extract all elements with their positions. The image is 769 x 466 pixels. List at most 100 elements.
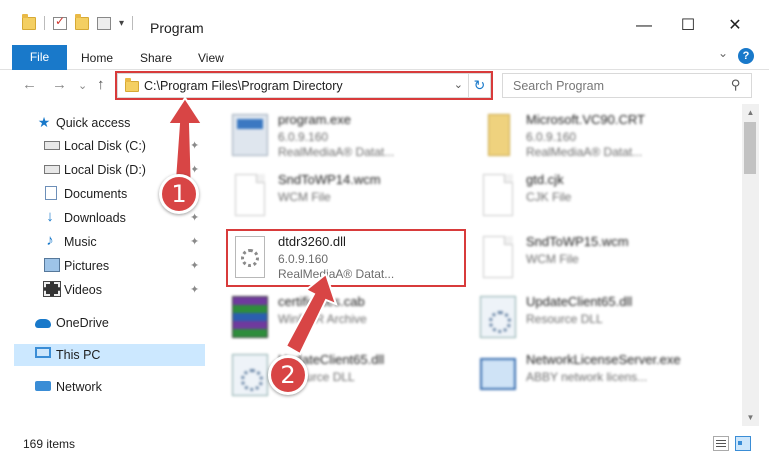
scroll-thumb[interactable] (744, 122, 756, 174)
sidebar-item-onedrive[interactable]: OneDrive (0, 312, 205, 334)
file-name: program.exe (278, 112, 351, 127)
page-icon (483, 174, 513, 216)
forward-button[interactable]: → (52, 76, 67, 93)
sidebar-item-label: Quick access (56, 116, 131, 130)
file-type: CJK File (526, 190, 572, 204)
network-icon (35, 381, 51, 391)
file-version: 6.0.9.160 (278, 130, 329, 144)
folder-icon (488, 114, 510, 156)
up-button[interactable]: ↑ (97, 76, 105, 93)
disk-icon (44, 141, 60, 150)
pin-icon: ✦ (190, 284, 200, 296)
search-icon[interactable]: ⚲ (731, 77, 741, 93)
sidebar-item-label: Local Disk (D:) (64, 163, 146, 177)
sidebar-item-label: Network (56, 380, 102, 394)
file-item[interactable]: SndToWP15.wcm WCM File (480, 230, 720, 286)
tab-home[interactable]: Home (81, 51, 113, 65)
maximize-button[interactable]: ☐ (668, 13, 708, 39)
file-version: 6.0.9.160 (526, 130, 577, 144)
minimize-button[interactable]: — (624, 13, 664, 39)
scroll-up-icon[interactable]: ▲ (742, 108, 759, 117)
back-button[interactable]: ← (22, 76, 37, 93)
sidebar-item-label: Local Disk (C:) (64, 139, 146, 153)
downloads-icon: ↓ (46, 208, 54, 225)
file-item[interactable]: Microsoft.VC90.CRT 6.0.9.160 RealMediaA®… (480, 108, 720, 164)
cloud-icon (35, 319, 51, 328)
monitor-icon (480, 358, 516, 390)
exe-icon (232, 114, 268, 156)
details-view-icon[interactable] (713, 436, 729, 451)
disk-icon (44, 165, 60, 174)
scroll-down-icon[interactable]: ▼ (742, 413, 759, 422)
tab-file[interactable]: File (12, 45, 67, 70)
status-bar: 169 items (0, 430, 769, 458)
file-name: NetworkLicenseServer.exe (526, 352, 681, 367)
new-folder-icon[interactable] (75, 13, 89, 30)
sidebar-item-label: Videos (64, 283, 102, 297)
close-button[interactable]: ✕ (715, 13, 755, 39)
star-icon: ★ (37, 114, 51, 130)
callout-badge-1: 1 (159, 174, 199, 214)
videos-icon (43, 281, 61, 297)
file-name: SndToWP14.wcm (278, 172, 381, 187)
large-icons-view-icon[interactable] (735, 436, 751, 451)
callout-badge-2: 2 (268, 355, 308, 395)
sidebar-item-network[interactable]: Network (0, 376, 205, 398)
tab-view[interactable]: View (198, 51, 224, 65)
title-bar: ▾ Program — ☐ ✕ (0, 0, 769, 40)
sidebar-item-videos[interactable]: Videos ✦ (0, 279, 205, 301)
documents-icon (45, 186, 57, 200)
file-name: gtd.cjk (526, 172, 564, 187)
music-icon: ♪ (46, 232, 54, 249)
vertical-scrollbar[interactable]: ▲ ▼ (742, 104, 759, 426)
sidebar-item-music[interactable]: ♪ Music ✦ (0, 231, 205, 253)
file-name: Microsoft.VC90.CRT (526, 112, 645, 127)
file-type: WCM File (278, 190, 331, 204)
computer-icon (35, 347, 51, 358)
tab-share[interactable]: Share (140, 51, 172, 65)
sidebar-item-this-pc[interactable]: This PC (14, 344, 205, 366)
toolbar-dropdown-icon[interactable]: ▾ (119, 18, 124, 29)
pin-icon: ✦ (190, 212, 200, 224)
search-box[interactable]: Search Program ⚲ (502, 73, 752, 98)
sidebar-item-label: This PC (56, 348, 101, 362)
file-name: SndToWP15.wcm (526, 234, 629, 249)
help-button[interactable]: ? (738, 48, 754, 64)
page-icon (235, 174, 265, 216)
window-title: Program (150, 20, 204, 36)
file-item[interactable]: UpdateClient65.dll Resource DLL (480, 290, 720, 346)
sidebar-item-label: Music (64, 235, 97, 249)
file-item[interactable]: SndToWP14.wcm WCM File (232, 168, 472, 224)
dll-icon (480, 296, 516, 338)
divider (132, 16, 134, 30)
file-item[interactable]: certificates.cab WinRAR Archive (232, 290, 472, 346)
folder-icon (22, 13, 36, 30)
page-icon (483, 236, 513, 278)
file-description: RealMediaA® Datat... (526, 145, 643, 159)
file-type: Resource DLL (526, 312, 603, 326)
sidebar-item-label: Downloads (64, 211, 126, 225)
sidebar-item-label: Documents (64, 187, 128, 201)
ribbon (0, 40, 769, 70)
quick-access-toolbar: ▾ (22, 13, 134, 30)
file-type: ABBY network licens... (526, 370, 648, 384)
file-description: RealMediaA® Datat... (278, 145, 395, 159)
archive-icon (232, 296, 268, 338)
file-type: WCM File (526, 252, 579, 266)
recent-locations-button[interactable]: ⌄ (78, 79, 87, 92)
sidebar-item-pictures[interactable]: Pictures ✦ (0, 255, 205, 277)
pictures-icon (44, 258, 60, 272)
search-placeholder: Search Program (513, 79, 605, 93)
sidebar-item-label: Pictures (64, 259, 110, 273)
pin-icon: ✦ (190, 236, 200, 248)
dll-icon (232, 354, 268, 396)
customize-toolbar-icon[interactable] (97, 16, 111, 30)
divider (44, 16, 45, 30)
file-item[interactable]: gtd.cjk CJK File (480, 168, 720, 224)
pin-icon: ✦ (190, 260, 200, 272)
file-highlight-box (226, 229, 466, 287)
file-item[interactable]: program.exe 6.0.9.160 RealMediaA® Datat.… (232, 108, 472, 164)
expand-ribbon-icon[interactable]: ⌄ (718, 46, 728, 60)
file-item[interactable]: NetworkLicenseServer.exe ABBY network li… (480, 348, 720, 404)
properties-icon[interactable] (53, 14, 67, 30)
